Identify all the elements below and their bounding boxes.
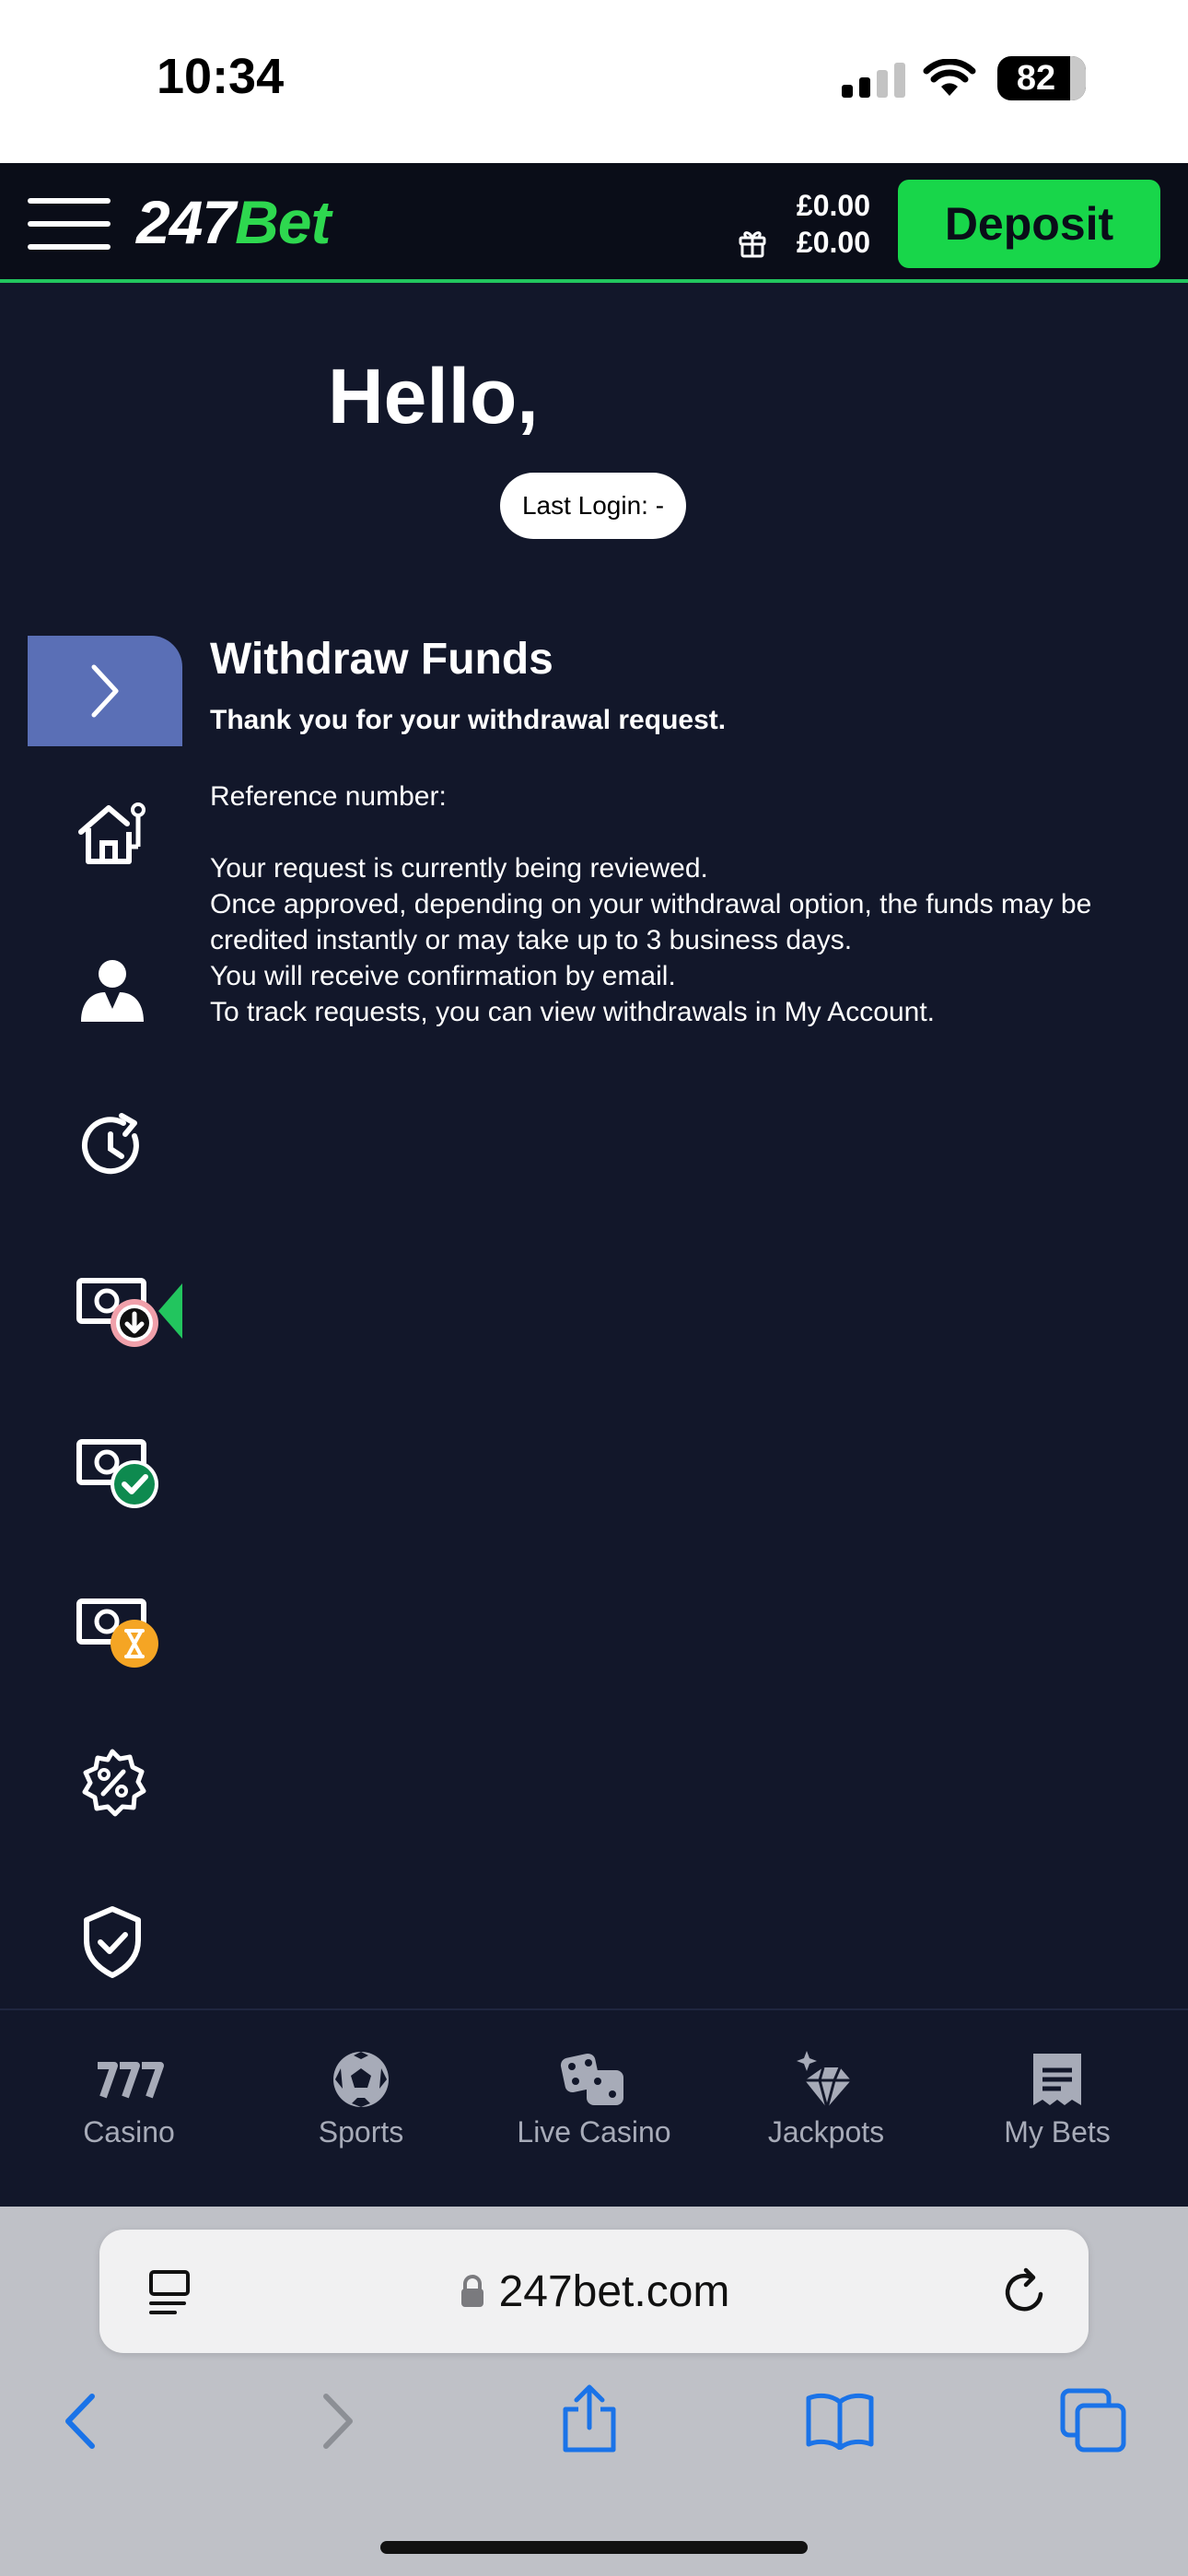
- withdraw-funds-icon: [76, 1278, 158, 1347]
- gift-icon: [739, 231, 766, 258]
- sidebar-item-history[interactable]: [74, 1101, 184, 1193]
- wifi-icon: [923, 59, 976, 96]
- forward-icon[interactable]: [315, 2389, 361, 2453]
- safer-gambling-icon: [84, 1906, 141, 1978]
- logo-number: 247: [136, 188, 236, 256]
- approval-info-line: Once approved, depending on your withdra…: [210, 889, 1092, 955]
- url-text: 247bet.com: [498, 2266, 730, 2316]
- reference-number: Reference number:: [210, 781, 447, 812]
- balance-display[interactable]: £0.00 £0.00: [797, 187, 870, 261]
- approved-withdrawal-icon: [76, 1439, 158, 1508]
- thank-you-message: Thank you for your withdrawal request.: [210, 705, 727, 735]
- greeting-heading: Hello,: [328, 353, 539, 439]
- nav-casino-label: Casino: [83, 2115, 175, 2149]
- tabs-icon[interactable]: [1059, 2387, 1129, 2453]
- withdraw-confirmation: Withdraw Funds Thank you for your withdr…: [210, 634, 1159, 1030]
- nav-live-casino-label: Live Casino: [517, 2115, 671, 2149]
- slots-777-icon: [98, 2062, 164, 2099]
- pending-withdrawal-icon: [76, 1598, 158, 1668]
- nav-my-bets-label: My Bets: [1004, 2115, 1111, 2149]
- track-requests-line: To track requests, you can view withdraw…: [210, 997, 936, 1027]
- soccer-ball-icon: [333, 2052, 389, 2107]
- bookmarks-icon[interactable]: [805, 2391, 875, 2450]
- promotions-icon: [82, 1749, 146, 1817]
- sidebar-item-casino-home[interactable]: [74, 788, 184, 880]
- sidebar-item-safer-gambling[interactable]: [74, 1896, 184, 1988]
- logo-bet: Bet: [235, 188, 331, 256]
- sidebar-toggle-button[interactable]: [28, 636, 182, 746]
- status-time: 10:34: [157, 49, 285, 104]
- nav-sports-label: Sports: [318, 2115, 404, 2149]
- chevron-right-icon: [91, 664, 119, 718]
- lock-icon: [460, 2275, 483, 2307]
- history-icon: [81, 1113, 139, 1175]
- email-confirmation-line: You will receive confirmation by email.: [210, 961, 676, 991]
- app-header: 247Bet £0.00 £0.00 Deposit: [0, 163, 1188, 283]
- account-icon: [81, 960, 144, 1022]
- home-indicator: [380, 2541, 808, 2554]
- status-bar: 10:34 82: [0, 0, 1188, 163]
- dice-icon: [560, 2053, 623, 2105]
- logo[interactable]: 247Bet: [136, 187, 331, 257]
- sidebar-item-pending-withdrawals[interactable]: [74, 1583, 184, 1675]
- nav-jackpots[interactable]: Jackpots: [734, 2047, 918, 2149]
- cash-balance: £0.00: [796, 189, 870, 222]
- menu-icon[interactable]: [28, 198, 111, 250]
- sidebar-item-promotions[interactable]: [74, 1737, 184, 1829]
- bonus-balance: £0.00: [796, 226, 870, 259]
- last-login-badge: Last Login: -: [500, 473, 686, 539]
- diamond-icon: [797, 2051, 851, 2109]
- address-bar[interactable]: 247bet.com: [99, 2230, 1089, 2353]
- nav-my-bets[interactable]: My Bets: [965, 2047, 1149, 2149]
- back-icon[interactable]: [57, 2389, 103, 2453]
- bottom-navigation: Casino Sports Live Casino Jackpots My Be…: [0, 2008, 1188, 2207]
- nav-casino[interactable]: Casino: [37, 2047, 221, 2149]
- nav-jackpots-label: Jackpots: [767, 2115, 885, 2149]
- sidebar-item-account[interactable]: [74, 944, 184, 1036]
- reload-icon[interactable]: [998, 2265, 1050, 2318]
- sidebar-item-approved-withdrawals[interactable]: [74, 1423, 184, 1516]
- page-title: Withdraw Funds: [210, 635, 553, 684]
- cellular-signal-icon: [842, 63, 905, 98]
- active-item-marker: [158, 1283, 182, 1339]
- nav-live-casino[interactable]: Live Casino: [502, 2047, 686, 2149]
- status-line: Your request is currently being reviewed…: [210, 853, 708, 884]
- share-icon[interactable]: [558, 2382, 621, 2455]
- battery-tip: [1077, 70, 1084, 87]
- casino-home-icon: [78, 802, 146, 864]
- browser-chrome: 247bet.com: [0, 2207, 1188, 2576]
- battery-indicator: 82: [997, 56, 1086, 100]
- deposit-button[interactable]: Deposit: [898, 180, 1160, 268]
- bet-slip-icon: [1033, 2054, 1081, 2105]
- battery-level: 82: [1016, 59, 1056, 98]
- nav-sports[interactable]: Sports: [269, 2047, 453, 2149]
